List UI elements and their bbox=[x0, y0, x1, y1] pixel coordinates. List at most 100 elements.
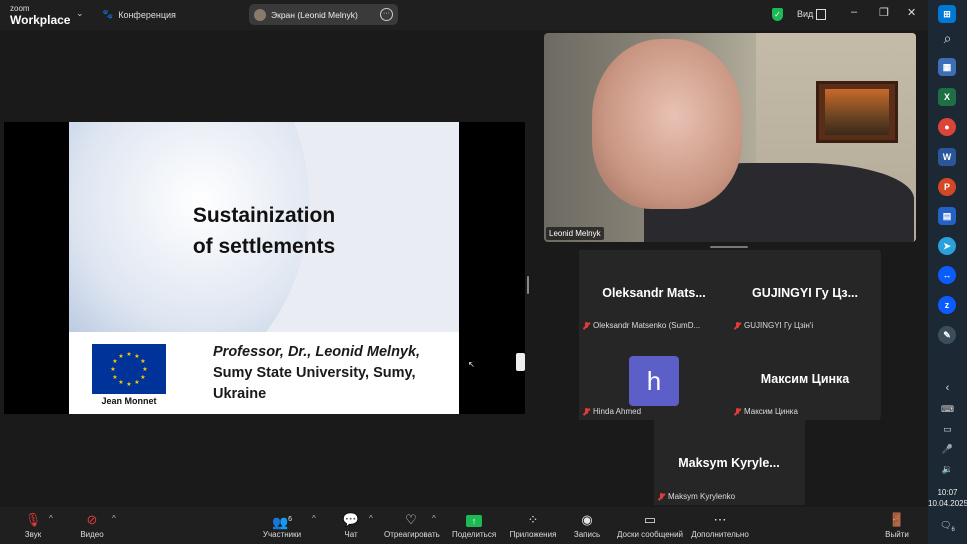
view-grid-icon[interactable] bbox=[816, 9, 826, 20]
video-button[interactable]: ⊘ Видео bbox=[78, 511, 106, 539]
svg-text:★: ★ bbox=[140, 374, 145, 381]
react-button[interactable]: ♡ Отреагировать bbox=[384, 511, 440, 539]
conference-label: Конференция bbox=[118, 9, 176, 20]
wall-painting bbox=[816, 81, 898, 143]
participant-tile[interactable]: Oleksandr Mats... Oleksandr Matsenko (Su… bbox=[579, 250, 729, 334]
minimize-icon[interactable]: – bbox=[851, 6, 857, 18]
record-button[interactable]: ◉ Запись bbox=[573, 511, 601, 539]
svg-text:★: ★ bbox=[140, 358, 145, 365]
mic-off-icon bbox=[583, 321, 590, 330]
speaker-name-tag: Leonid Melnyk bbox=[546, 227, 604, 240]
office-app-icon[interactable]: ▤ bbox=[938, 207, 956, 225]
svg-text:★: ★ bbox=[134, 353, 139, 360]
top-bar: zoom Workplace ⌄ 🐾 Конференция Экран (Le… bbox=[0, 0, 928, 30]
clock-date: 10.04.2025 bbox=[928, 499, 967, 508]
calculator-icon[interactable]: ▦ bbox=[938, 58, 956, 76]
chevron-left-icon[interactable]: ‹ bbox=[928, 382, 967, 394]
mic-off-icon bbox=[734, 321, 741, 330]
chevron-up-icon[interactable]: ^ bbox=[432, 514, 436, 523]
drag-handle[interactable] bbox=[710, 246, 748, 248]
speaker-video[interactable]: Leonid Melnyk bbox=[544, 33, 916, 242]
excel-icon[interactable]: X bbox=[938, 88, 956, 106]
svg-text:★: ★ bbox=[118, 353, 123, 360]
svg-text:★: ★ bbox=[126, 381, 131, 388]
keyboard-layout-icon[interactable]: ⌨ bbox=[928, 404, 967, 415]
clock-time: 10:07 bbox=[937, 488, 958, 497]
participant-label-text: Максим Цинка bbox=[744, 407, 798, 416]
participants-count: 6 bbox=[288, 516, 293, 523]
taskbar-clock[interactable]: 10:07 10.04.2025 bbox=[928, 487, 967, 509]
close-icon[interactable]: ✕ bbox=[907, 6, 916, 19]
more-button[interactable]: ⋯ Дополнительно bbox=[690, 511, 750, 539]
chevron-up-icon[interactable]: ^ bbox=[369, 514, 373, 523]
windows-taskbar: ⊞ ⌕ ▦ X ● W P ▤ ➤ ↔ z ✎ ‹ ⌨ ▭ 🎤 🔉 10:07 … bbox=[928, 0, 967, 544]
teamviewer-icon[interactable]: ↔ bbox=[938, 266, 956, 284]
slide-title-line1: Sustainization bbox=[192, 204, 336, 227]
chevron-up-icon[interactable]: ^ bbox=[312, 514, 316, 523]
slide-title-line2: of settlements bbox=[192, 235, 336, 258]
share-screen-icon: ↑ bbox=[452, 511, 496, 528]
author-line1: Professor, Dr., Leonid Melnyk, bbox=[213, 344, 421, 360]
restore-icon[interactable]: ❐ bbox=[879, 6, 889, 19]
chat-label: Чат bbox=[344, 530, 358, 539]
meeting-toolbar: 🎙 Звук ^ ⊘ Видео ^ 👥6 Участники ^ 💬 Чат … bbox=[0, 507, 928, 544]
sound-button[interactable]: 🎙 Звук bbox=[20, 511, 46, 539]
annotation-tool-icon[interactable] bbox=[516, 353, 525, 371]
apps-label: Приложения bbox=[509, 530, 557, 539]
participant-label: Hinda Ahmed bbox=[583, 407, 641, 416]
volume-icon[interactable]: 🔉 bbox=[928, 464, 967, 475]
chevron-down-icon[interactable]: ⌄ bbox=[76, 8, 84, 19]
chevron-up-icon[interactable]: ^ bbox=[112, 514, 116, 523]
apps-button[interactable]: ⁘ Приложения bbox=[509, 511, 557, 539]
participant-label-text: GUJINGYI Гу Цзін'і bbox=[744, 321, 814, 330]
svg-text:★: ★ bbox=[110, 366, 115, 373]
chevron-up-icon[interactable]: ^ bbox=[49, 514, 53, 523]
conference-menu[interactable]: 🐾 Конференция bbox=[102, 9, 176, 20]
chrome-icon[interactable]: ● bbox=[938, 118, 956, 136]
more-icon[interactable]: ··· bbox=[380, 8, 393, 21]
notifications-icon[interactable]: 🗨6 bbox=[928, 520, 967, 533]
mic-off-icon bbox=[658, 492, 665, 501]
avatar bbox=[254, 8, 266, 21]
cursor-icon: ↖ bbox=[468, 360, 475, 369]
word-icon[interactable]: W bbox=[938, 148, 956, 166]
leave-button[interactable]: 🚪 Выйти bbox=[884, 511, 910, 539]
windows-start-icon[interactable]: ⊞ bbox=[938, 5, 956, 23]
battery-icon[interactable]: ▭ bbox=[928, 424, 967, 435]
screen-share-label: Экран (Leonid Melnyk) bbox=[271, 9, 358, 20]
zoom-window: zoom Workplace ⌄ 🐾 Конференция Экран (Le… bbox=[0, 0, 928, 544]
zoom-icon[interactable]: z bbox=[938, 296, 956, 314]
record-label: Запись bbox=[573, 530, 601, 539]
participant-tile[interactable]: h Hinda Ahmed bbox=[579, 336, 729, 420]
search-icon[interactable]: ⌕ bbox=[928, 30, 967, 47]
svg-text:★: ★ bbox=[142, 366, 147, 373]
author-line2: Sumy State University, Sumy, bbox=[213, 365, 416, 381]
svg-text:★: ★ bbox=[134, 379, 139, 386]
apps-icon: ⁘ bbox=[527, 512, 539, 527]
participant-label: Oleksandr Matsenko (SumD... bbox=[583, 321, 700, 330]
video-off-icon: ⊘ bbox=[86, 512, 98, 527]
more-icon: ⋯ bbox=[713, 512, 727, 527]
whiteboards-button[interactable]: ▭ Доски сообщений bbox=[616, 511, 684, 539]
screen-share-pill[interactable]: Экран (Leonid Melnyk) ··· bbox=[249, 4, 398, 25]
participant-display-name: Oleksandr Mats... bbox=[602, 286, 706, 300]
mic-off-icon: 🎙 bbox=[24, 512, 42, 527]
participant-tile[interactable]: GUJINGYI Гу Цз... GUJINGYI Гу Цзін'і bbox=[730, 250, 880, 334]
participant-tile[interactable]: Максим Цинка Максим Цинка bbox=[730, 336, 880, 420]
shield-icon[interactable]: ✓ bbox=[772, 8, 783, 21]
share-button[interactable]: ↑ Поделиться bbox=[452, 511, 496, 539]
powerpoint-icon[interactable]: P bbox=[938, 178, 956, 196]
view-button[interactable]: Вид bbox=[797, 9, 813, 19]
chat-button[interactable]: 💬 Чат bbox=[338, 511, 364, 539]
panel-resize-handle[interactable] bbox=[527, 276, 529, 294]
record-icon: ◉ bbox=[581, 512, 593, 527]
participant-tile[interactable]: Maksym Kyryle... Maksym Kyrylenko bbox=[654, 420, 805, 505]
participants-label: Участники bbox=[262, 530, 302, 539]
notification-count: 6 bbox=[951, 526, 955, 533]
participants-button[interactable]: 👥6 Участники bbox=[262, 511, 302, 539]
telegram-icon[interactable]: ➤ bbox=[938, 237, 956, 255]
microphone-icon[interactable]: 🎤 bbox=[928, 444, 967, 455]
mic-off-icon bbox=[583, 407, 590, 416]
logo-line2: Workplace bbox=[10, 13, 71, 27]
app-icon[interactable]: ✎ bbox=[938, 326, 956, 344]
